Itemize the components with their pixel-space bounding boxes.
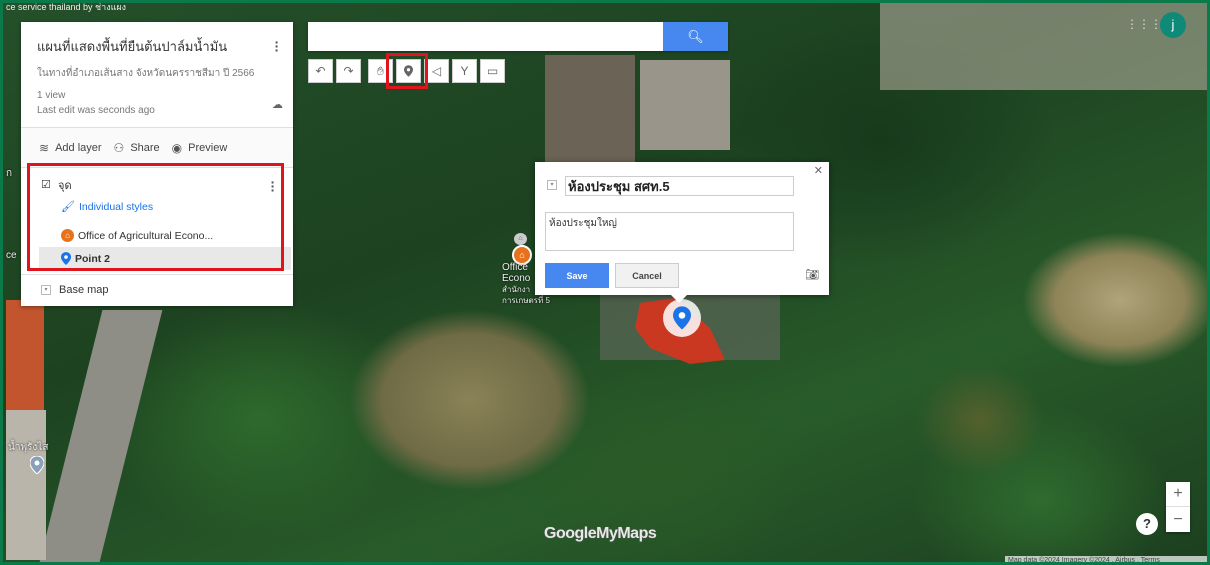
add-directions-button[interactable]: Y	[452, 59, 477, 83]
view-count: 1 view	[37, 90, 66, 101]
office-label-line: การเกษตรที่ 5	[502, 296, 550, 305]
redo-icon: ↷	[343, 64, 354, 78]
google-my-maps-logo: GoogleMyMaps	[544, 525, 657, 542]
base-map-label: Base map	[59, 284, 109, 296]
cancel-button[interactable]: Cancel	[615, 263, 679, 288]
layers-icon: ≋	[39, 140, 50, 155]
feature-edit-popup: ▾ ✕ ห้องประชุมใหญ่ Save Cancel 📷︎	[535, 162, 829, 295]
search-input[interactable]	[308, 22, 662, 51]
save-button[interactable]: Save	[545, 263, 609, 288]
map-label-left: ก	[6, 168, 13, 179]
top-info-strip: ce service thailand by ช่างแผง	[6, 2, 127, 12]
map-description[interactable]: ในทางที่อำเภอเส้นสาง จังหวัดนครราชสีมา ป…	[37, 66, 277, 81]
close-icon[interactable]: ✕	[814, 164, 823, 177]
search-bar: 🔍︎	[308, 22, 728, 51]
museum-icon: ⌂	[514, 233, 527, 245]
panel-actions: ≋ Add layer ⚇ Share ◉ Preview	[21, 128, 293, 168]
building-roof	[6, 300, 44, 410]
share-button[interactable]: ⚇ Share	[114, 141, 160, 155]
zoom-control: + −	[1166, 482, 1190, 532]
account-avatar[interactable]: j	[1160, 12, 1186, 38]
feature-description-input[interactable]: ห้องประชุมใหญ่	[545, 212, 794, 251]
undo-button[interactable]: ↶	[308, 59, 333, 83]
expand-caret-icon: ▾	[41, 285, 51, 295]
undo-icon: ↶	[315, 64, 326, 78]
preview-label: Preview	[188, 141, 228, 154]
building	[545, 55, 635, 170]
popup-pointer	[670, 294, 688, 303]
building	[640, 60, 730, 150]
zoom-in-button[interactable]: +	[1166, 482, 1190, 507]
add-layer-button[interactable]: ≋ Add layer	[39, 141, 102, 155]
add-layer-label: Add layer	[55, 141, 102, 154]
blue-pin-icon	[673, 306, 691, 330]
map-info-header: แผนที่แสดงพื้นที่ยืนต้นปาล์มน้ำมัน ในทาง…	[21, 22, 293, 128]
search-button[interactable]: 🔍︎	[663, 22, 728, 51]
redo-button[interactable]: ↷	[336, 59, 361, 83]
building-roof	[6, 410, 46, 560]
map-pin-icon[interactable]	[30, 456, 44, 474]
style-caret-icon[interactable]: ▾	[547, 180, 557, 190]
last-edit-status: Last edit was seconds ago	[37, 105, 155, 116]
share-label: Share	[130, 141, 160, 154]
building	[880, 0, 1210, 90]
search-icon: 🔍︎	[687, 28, 704, 44]
apps-grid-icon[interactable]: ⋮⋮⋮	[1126, 17, 1162, 31]
eye-icon: ◉	[171, 140, 183, 155]
measure-button[interactable]: ▭	[480, 59, 505, 83]
feature-title-input[interactable]	[565, 176, 794, 196]
selected-point-marker[interactable]	[663, 299, 701, 337]
camera-icon[interactable]: 📷︎	[805, 268, 819, 281]
draw-line-icon: ◁	[431, 64, 442, 78]
hand-icon: ✋︎	[377, 63, 384, 78]
zoom-out-button[interactable]: −	[1166, 507, 1190, 532]
map-title[interactable]: แผนที่แสดงพื้นที่ยืนต้นปาล์มน้ำมัน	[37, 36, 277, 57]
map-label-left: ce	[6, 250, 17, 261]
preview-button[interactable]: ◉ Preview	[172, 141, 228, 155]
add-person-icon: ⚇	[113, 140, 125, 155]
map-label-water: น้ำพุรังไส	[8, 442, 49, 453]
directions-icon: Y	[460, 64, 469, 78]
cloud-saved-icon: ☁	[272, 99, 283, 111]
highlight-box-marker-tool	[386, 53, 428, 89]
base-map-toggle[interactable]: ▾ Base map	[21, 275, 293, 305]
highlight-box-layer	[27, 163, 284, 271]
help-button[interactable]: ?	[1136, 513, 1158, 535]
map-attribution[interactable]: Map data ©2024 Imagery ©2024 , Airbus , …	[1005, 556, 1210, 565]
map-options-menu-icon[interactable]: · · ·	[273, 35, 281, 57]
road	[37, 310, 163, 565]
ruler-icon: ▭	[486, 64, 499, 78]
